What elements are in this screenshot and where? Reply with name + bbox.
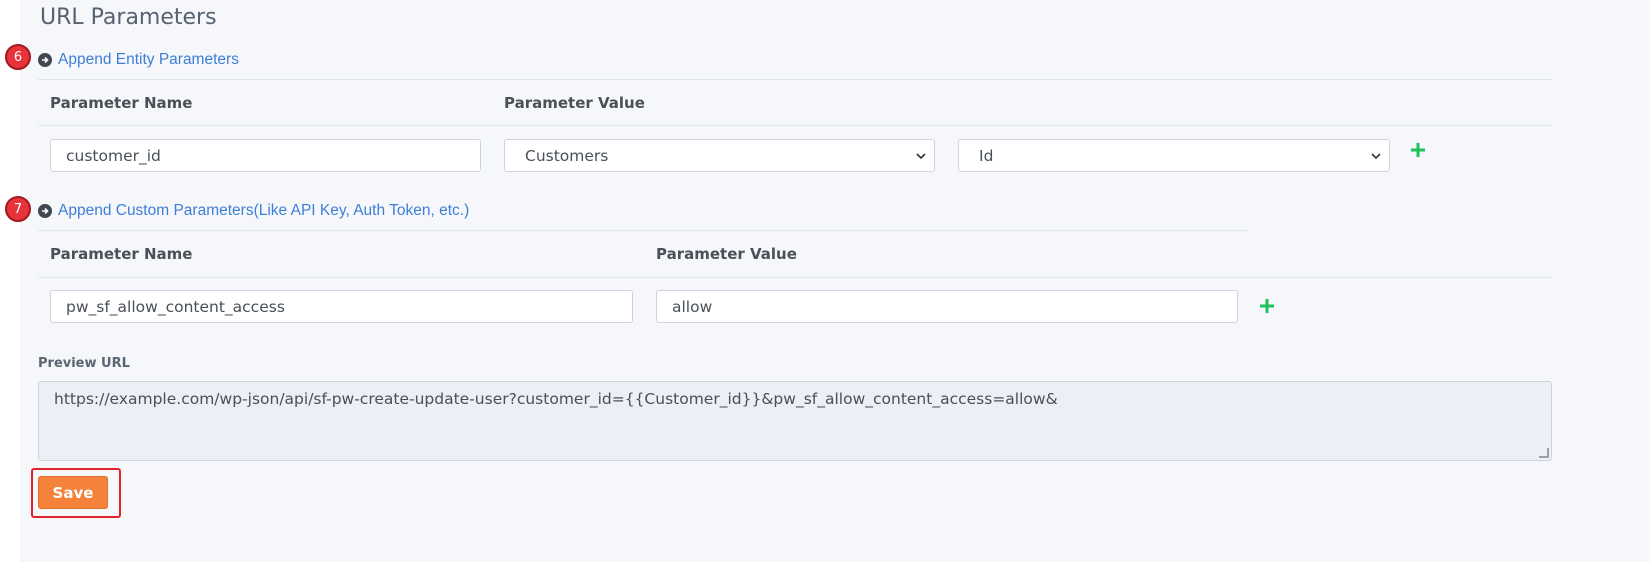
arrow-right-circle-icon [38, 53, 52, 67]
divider [38, 277, 1552, 278]
preview-url-textarea[interactable]: https://example.com/wp-json/api/sf-pw-cr… [38, 381, 1552, 461]
entity-field-select-value: Id [979, 146, 994, 165]
plus-icon [1411, 143, 1425, 157]
entity-param-name-header: Parameter Name [50, 94, 193, 112]
divider [38, 125, 1552, 126]
append-custom-parameters-link[interactable]: Append Custom Parameters(Like API Key, A… [38, 202, 469, 220]
chevron-down-icon [1371, 149, 1381, 163]
divider [38, 79, 1552, 80]
preview-url-label: Preview URL [38, 356, 130, 371]
preview-url-value: https://example.com/wp-json/api/sf-pw-cr… [54, 390, 1058, 408]
custom-param-value-header: Parameter Value [656, 245, 797, 263]
divider [38, 230, 1248, 231]
append-custom-parameters-label: Append Custom Parameters(Like API Key, A… [58, 202, 470, 219]
custom-param-value-value: allow [672, 297, 713, 316]
entity-param-name-value: customer_id [66, 146, 161, 165]
append-entity-parameters-label: Append Entity Parameters [58, 51, 239, 68]
chevron-down-icon [916, 149, 926, 163]
step-badge-7: 7 [5, 196, 31, 222]
add-custom-parameter-button[interactable] [1259, 293, 1275, 319]
add-entity-parameter-button[interactable] [1410, 137, 1426, 163]
entity-select-value: Customers [525, 146, 609, 165]
custom-param-name-value: pw_sf_allow_content_access [66, 297, 285, 316]
custom-param-value-input[interactable]: allow [656, 290, 1238, 323]
resize-handle-icon[interactable] [1539, 448, 1549, 458]
custom-param-name-header: Parameter Name [50, 245, 193, 263]
page-title: URL Parameters [40, 5, 217, 30]
arrow-right-circle-icon [38, 204, 52, 218]
entity-select[interactable]: Customers [504, 139, 935, 172]
custom-param-name-input[interactable]: pw_sf_allow_content_access [50, 290, 633, 323]
entity-field-select[interactable]: Id [958, 139, 1390, 172]
entity-param-name-input[interactable]: customer_id [50, 139, 481, 172]
plus-icon [1260, 299, 1274, 313]
save-button[interactable]: Save [38, 476, 108, 509]
entity-param-value-header: Parameter Value [504, 94, 645, 112]
url-parameters-panel [20, 0, 1650, 562]
step-badge-6: 6 [5, 44, 31, 70]
append-entity-parameters-link[interactable]: Append Entity Parameters [38, 51, 239, 69]
